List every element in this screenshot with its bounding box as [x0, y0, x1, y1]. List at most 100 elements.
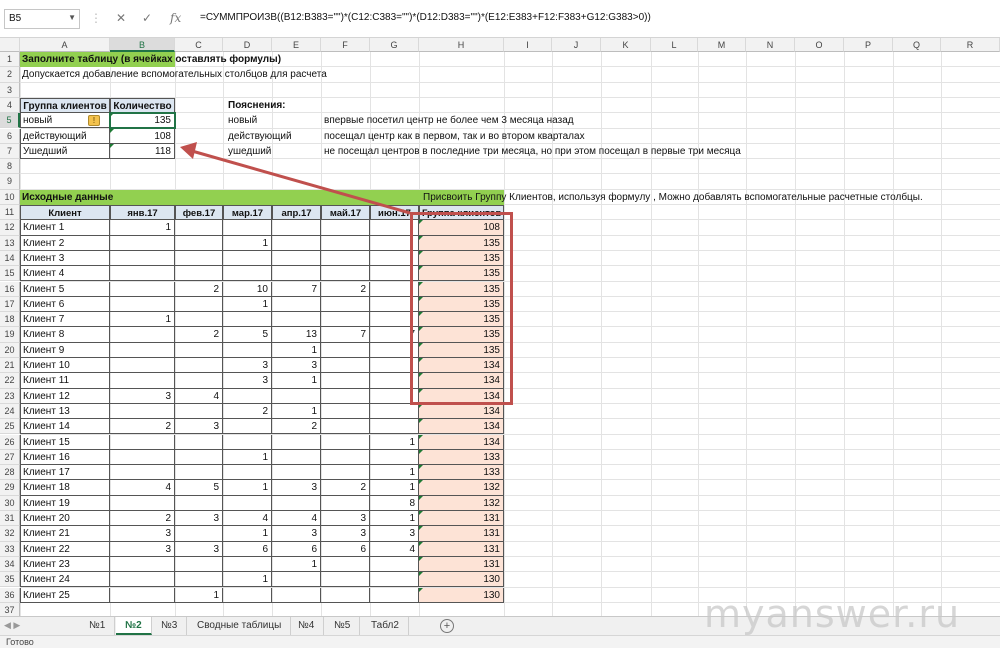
row-header[interactable]: 4 [0, 97, 20, 114]
visits-cell[interactable]: 3 [272, 358, 321, 374]
group-result-cell[interactable]: 131 [419, 556, 504, 573]
column-header-d[interactable]: D [223, 38, 272, 52]
visits-cell[interactable]: 6 [272, 541, 321, 557]
note-cell[interactable]: Допускается добавление вспомогательных с… [20, 67, 327, 82]
visits-cell[interactable] [223, 342, 272, 358]
summary-group-cell[interactable]: Ушедший [20, 143, 110, 160]
visits-cell[interactable]: 3 [175, 511, 223, 527]
sheet-tab[interactable]: №1 [80, 617, 116, 635]
visits-cell[interactable] [175, 266, 223, 282]
visits-cell[interactable] [175, 373, 223, 389]
visits-cell[interactable] [223, 495, 272, 511]
group-result-cell[interactable]: 131 [419, 541, 504, 557]
visits-cell[interactable] [321, 419, 370, 435]
visits-cell[interactable] [175, 250, 223, 267]
visits-cell[interactable] [321, 587, 370, 603]
column-header-i[interactable]: I [504, 38, 552, 52]
visits-cell[interactable] [110, 434, 175, 450]
row-header[interactable]: 22 [0, 373, 20, 389]
column-header-r[interactable]: R [941, 38, 1000, 52]
visits-cell[interactable] [321, 235, 370, 251]
group-result-cell[interactable]: 131 [419, 511, 504, 527]
visits-cell[interactable]: 3 [321, 511, 370, 527]
visits-cell[interactable] [110, 495, 175, 511]
visits-cell[interactable] [321, 495, 370, 511]
visits-cell[interactable] [175, 449, 223, 466]
visits-cell[interactable] [321, 296, 370, 313]
visits-cell[interactable]: 6 [321, 541, 370, 557]
visits-cell[interactable]: 2 [321, 281, 370, 297]
client-name-cell[interactable]: Клиент 19 [20, 495, 110, 511]
visits-cell[interactable] [370, 556, 419, 573]
row-header[interactable]: 9 [0, 174, 20, 190]
visits-cell[interactable]: 3 [223, 358, 272, 374]
sheet-tab[interactable]: №3 [152, 617, 188, 635]
row-header[interactable]: 19 [0, 327, 20, 343]
visits-cell[interactable]: 3 [110, 541, 175, 557]
visits-cell[interactable] [272, 250, 321, 267]
visits-cell[interactable]: 2 [321, 480, 370, 496]
row-header[interactable]: 27 [0, 449, 20, 466]
sheet-tab[interactable]: №2 [116, 617, 152, 635]
visits-cell[interactable] [272, 465, 321, 481]
sheet-tab[interactable]: Табл2 [362, 617, 409, 635]
tab-scroll-icon[interactable]: ◀ ▶ [4, 620, 20, 631]
visits-cell[interactable] [175, 312, 223, 328]
visits-cell[interactable]: 7 [321, 327, 370, 343]
row-header[interactable]: 15 [0, 266, 20, 282]
visits-cell[interactable]: 5 [223, 327, 272, 343]
visits-cell[interactable] [272, 434, 321, 450]
row-header[interactable]: 25 [0, 419, 20, 435]
visits-cell[interactable] [175, 495, 223, 511]
group-result-cell[interactable]: 134 [419, 434, 504, 450]
visits-cell[interactable] [272, 220, 321, 236]
visits-cell[interactable] [370, 449, 419, 466]
visits-cell[interactable]: 1 [370, 511, 419, 527]
worksheet-grid[interactable]: A B C D E F G H I J K L M N O P Q R 1 2 3 4 5 6 7 8 9 10 11 12 13 14 15 1… [0, 38, 1000, 616]
chevron-down-icon[interactable]: ▼ [68, 13, 76, 22]
summary-count-cell[interactable]: 108 [110, 128, 175, 144]
row-header[interactable]: 26 [0, 434, 20, 450]
visits-cell[interactable] [175, 434, 223, 450]
visits-cell[interactable] [175, 220, 223, 236]
visits-cell[interactable]: 3 [321, 526, 370, 542]
column-header-j[interactable]: J [552, 38, 601, 52]
visits-cell[interactable] [272, 235, 321, 251]
visits-cell[interactable] [175, 358, 223, 374]
visits-cell[interactable] [272, 388, 321, 404]
visits-cell[interactable]: 4 [223, 511, 272, 527]
visits-cell[interactable]: 1 [272, 342, 321, 358]
client-name-cell[interactable]: Клиент 13 [20, 403, 110, 420]
cancel-icon[interactable]: ✕ [116, 11, 126, 25]
visits-cell[interactable]: 13 [272, 327, 321, 343]
visits-cell[interactable] [272, 572, 321, 588]
visits-cell[interactable] [110, 281, 175, 297]
client-name-cell[interactable]: Клиент 22 [20, 541, 110, 557]
visits-cell[interactable] [321, 572, 370, 588]
visits-cell[interactable] [110, 587, 175, 603]
visits-cell[interactable] [110, 403, 175, 420]
visits-cell[interactable] [110, 465, 175, 481]
visits-cell[interactable]: 3 [110, 388, 175, 404]
visits-cell[interactable]: 1 [370, 480, 419, 496]
visits-cell[interactable] [110, 449, 175, 466]
visits-cell[interactable]: 3 [223, 373, 272, 389]
group-result-cell[interactable]: 131 [419, 526, 504, 542]
column-header-n[interactable]: N [746, 38, 795, 52]
visits-cell[interactable] [321, 342, 370, 358]
visits-cell[interactable]: 1 [110, 220, 175, 236]
group-result-cell[interactable]: 130 [419, 587, 504, 603]
row-header[interactable]: 37 [0, 602, 20, 616]
row-header[interactable]: 34 [0, 556, 20, 573]
visits-cell[interactable]: 1 [272, 556, 321, 573]
client-name-cell[interactable]: Клиент 1 [20, 220, 110, 236]
visits-cell[interactable] [110, 266, 175, 282]
row-header[interactable]: 33 [0, 541, 20, 557]
visits-cell[interactable] [223, 556, 272, 573]
row-header[interactable]: 6 [0, 128, 20, 144]
visits-cell[interactable] [110, 342, 175, 358]
visits-cell[interactable] [272, 266, 321, 282]
visits-cell[interactable]: 3 [175, 541, 223, 557]
row-header[interactable]: 14 [0, 250, 20, 267]
visits-cell[interactable] [321, 312, 370, 328]
